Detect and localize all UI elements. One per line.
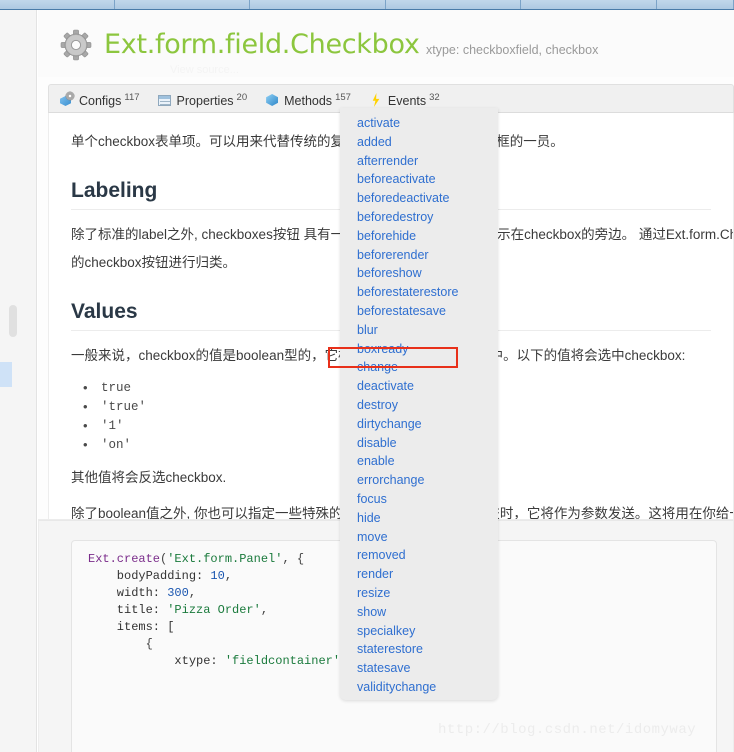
gear-icon — [584, 0, 593, 8]
screenshot-root: Ext.form.field.Checkbox xtype: checkboxf… — [0, 0, 734, 752]
tab-methods[interactable]: Methods 157 — [264, 89, 351, 108]
page-title: Ext.form.field.Checkbox — [104, 29, 420, 60]
tab-configs[interactable]: Configs 117 — [59, 89, 140, 108]
browser-tab-strip — [0, 0, 734, 10]
dropdown-item-destroy[interactable]: destroy — [340, 396, 498, 415]
dropdown-item-statesave[interactable]: statesave — [340, 659, 498, 678]
gear-icon — [449, 0, 458, 8]
dropdown-item-errorchange[interactable]: errorchange — [340, 471, 498, 490]
dropdown-item-blur[interactable]: blur — [340, 321, 498, 340]
browser-tab[interactable] — [657, 0, 734, 9]
dropdown-item-removed[interactable]: removed — [340, 546, 498, 565]
dropdown-item-beforeshow[interactable]: beforeshow — [340, 264, 498, 283]
properties-icon — [157, 92, 173, 108]
dropdown-item-boxready[interactable]: boxready — [340, 340, 498, 359]
dropdown-item-deactivate[interactable]: deactivate — [340, 377, 498, 396]
dropdown-item-show[interactable]: show — [340, 603, 498, 622]
dropdown-item-beforedeactivate[interactable]: beforedeactivate — [340, 189, 498, 208]
dropdown-item-afterrender[interactable]: afterrender — [340, 152, 498, 171]
dropdown-item-move[interactable]: move — [340, 528, 498, 547]
tab-properties[interactable]: Properties 20 — [157, 89, 248, 108]
view-source-link[interactable]: View source... — [170, 64, 239, 76]
gear-icon — [313, 0, 322, 8]
dropdown-item-change[interactable]: change — [340, 358, 498, 377]
dropdown-item-beforeactivate[interactable]: beforeactivate — [340, 170, 498, 189]
dropdown-item-enable[interactable]: enable — [340, 452, 498, 471]
dropdown-item-beforerender[interactable]: beforerender — [340, 246, 498, 265]
browser-tab[interactable] — [250, 0, 386, 9]
gear-icon — [53, 0, 62, 8]
tab-count: 20 — [236, 92, 248, 103]
tab-label: Methods — [284, 94, 333, 108]
dropdown-item-beforedestroy[interactable]: beforedestroy — [340, 208, 498, 227]
left-rail — [0, 10, 37, 752]
tab-count: 157 — [335, 92, 351, 103]
class-xtype: xtype: checkboxfield, checkbox — [426, 43, 599, 57]
events-icon — [368, 92, 384, 108]
dropdown-item-render[interactable]: render — [340, 565, 498, 584]
dropdown-item-hide[interactable]: hide — [340, 509, 498, 528]
configs-icon — [59, 92, 75, 108]
browser-tab[interactable] — [386, 0, 521, 9]
browser-tab[interactable] — [115, 0, 250, 9]
dropdown-item-added[interactable]: added — [340, 133, 498, 152]
page-scrollbar-thumb[interactable] — [9, 305, 17, 337]
dropdown-item-staterestore[interactable]: staterestore — [340, 640, 498, 659]
methods-icon — [264, 92, 280, 108]
gear-icon — [58, 28, 94, 64]
tab-events[interactable]: Events 32 — [368, 89, 440, 108]
tab-count: 117 — [124, 92, 140, 103]
gear-icon — [178, 0, 187, 8]
browser-tab[interactable] — [521, 0, 657, 9]
tab-label: Events — [387, 94, 427, 108]
dropdown-item-resize[interactable]: resize — [340, 584, 498, 603]
dropdown-item-focus[interactable]: focus — [340, 490, 498, 509]
tab-label: Configs — [79, 94, 122, 108]
tab-count: 32 — [429, 92, 440, 103]
dropdown-item-beforestatesave[interactable]: beforestatesave — [340, 302, 498, 321]
events-dropdown-menu[interactable]: activate added afterrender beforeactivate be… — [340, 108, 498, 700]
watermark: http://blog.csdn.net/idomyway — [438, 722, 697, 738]
tab-label: Properties — [176, 94, 234, 108]
class-header: Ext.form.field.Checkbox xtype: checkboxf… — [38, 10, 734, 77]
rail-selection-marker — [0, 362, 12, 387]
dropdown-item-activate[interactable]: activate — [340, 114, 498, 133]
dropdown-item-beforehide[interactable]: beforehide — [340, 227, 498, 246]
dropdown-item-specialkey[interactable]: specialkey — [340, 622, 498, 641]
dropdown-item-validitychange[interactable]: validitychange — [340, 678, 498, 697]
dropdown-item-writeablechange[interactable]: writeablechange — [340, 697, 498, 700]
dropdown-item-beforestaterestore[interactable]: beforestaterestore — [340, 283, 498, 302]
dropdown-item-disable[interactable]: disable — [340, 434, 498, 453]
browser-tab[interactable] — [0, 0, 115, 9]
dropdown-item-dirtychange[interactable]: dirtychange — [340, 415, 498, 434]
